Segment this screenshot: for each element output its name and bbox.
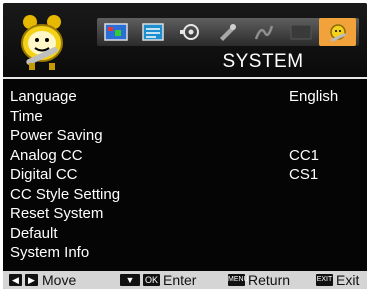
menu-item-label: Digital CC: [10, 166, 78, 183]
tab-lock[interactable]: [208, 18, 245, 46]
menu-item-power-saving[interactable]: Power Saving: [3, 126, 367, 146]
menu-item-digital-cc[interactable]: Digital CC CS1: [3, 165, 367, 185]
menu-item-time[interactable]: Time: [3, 107, 367, 127]
tab-channel[interactable]: [171, 18, 208, 46]
category-tab-strip: [97, 18, 359, 46]
tab-system[interactable]: [319, 18, 356, 46]
menu-item-value: CS1: [289, 166, 319, 183]
menu-item-value: English: [289, 88, 339, 105]
tab-media[interactable]: [282, 18, 319, 46]
menu-item-label: Time: [10, 107, 43, 125]
tab-sound[interactable]: [134, 18, 171, 46]
arrow-right-icon: ▶: [25, 274, 38, 286]
clock-wrench-icon: [17, 13, 67, 71]
enter-hint: Enter: [163, 272, 197, 288]
arrow-down-icon: ▼: [120, 274, 140, 286]
system-icon: [329, 24, 346, 42]
menu-item-analog-cc[interactable]: Analog CC CC1: [3, 146, 367, 166]
media-icon: [290, 24, 311, 40]
tab-picture[interactable]: [97, 18, 134, 46]
menu-item-system-info[interactable]: System Info: [3, 243, 367, 263]
page-title: SYSTEM: [222, 51, 304, 72]
sound-icon: [141, 23, 164, 41]
menu-item-label: Analog CC: [10, 146, 83, 164]
menu-item-default[interactable]: Default: [3, 224, 367, 244]
menu-item-language[interactable]: Language English: [3, 87, 367, 107]
menu-item-label: Default: [10, 224, 58, 242]
menu-key-icon: MENU: [228, 274, 249, 286]
arrow-left-icon: ◀: [9, 274, 22, 286]
system-menu: Language English Time Power Saving Analo…: [3, 87, 367, 263]
exit-key-icon: EXIT: [316, 274, 333, 286]
picture-icon: [103, 23, 128, 41]
menu-header: SYSTEM: [3, 3, 367, 78]
ok-key-icon: OK: [143, 274, 160, 286]
menu-item-cc-style-setting[interactable]: CC Style Setting: [3, 185, 367, 205]
key-hint-bar: ◀ ▶ Move ▼ OK Enter MENU Return EXIT Exi…: [3, 271, 367, 289]
menu-item-reset-system[interactable]: Reset System: [3, 204, 367, 224]
tab-setup[interactable]: [245, 18, 282, 46]
menu-item-label: Reset System: [10, 205, 104, 222]
menu-item-label: Power Saving: [10, 127, 103, 144]
menu-item-value: CC1: [289, 146, 320, 164]
lock-icon: [219, 24, 236, 41]
osd-screen: SYSTEM Language English Time Power Savin…: [3, 3, 367, 289]
menu-item-label: CC Style Setting: [10, 185, 121, 203]
setup-icon: [254, 25, 273, 40]
menu-item-label: System Info: [10, 244, 90, 261]
exit-hint: Exit: [336, 272, 360, 288]
move-hint: Move: [42, 272, 77, 288]
header-divider: [3, 77, 367, 79]
menu-item-label: Language: [10, 88, 77, 105]
return-hint: Return: [248, 272, 291, 288]
channel-icon: [179, 24, 199, 40]
